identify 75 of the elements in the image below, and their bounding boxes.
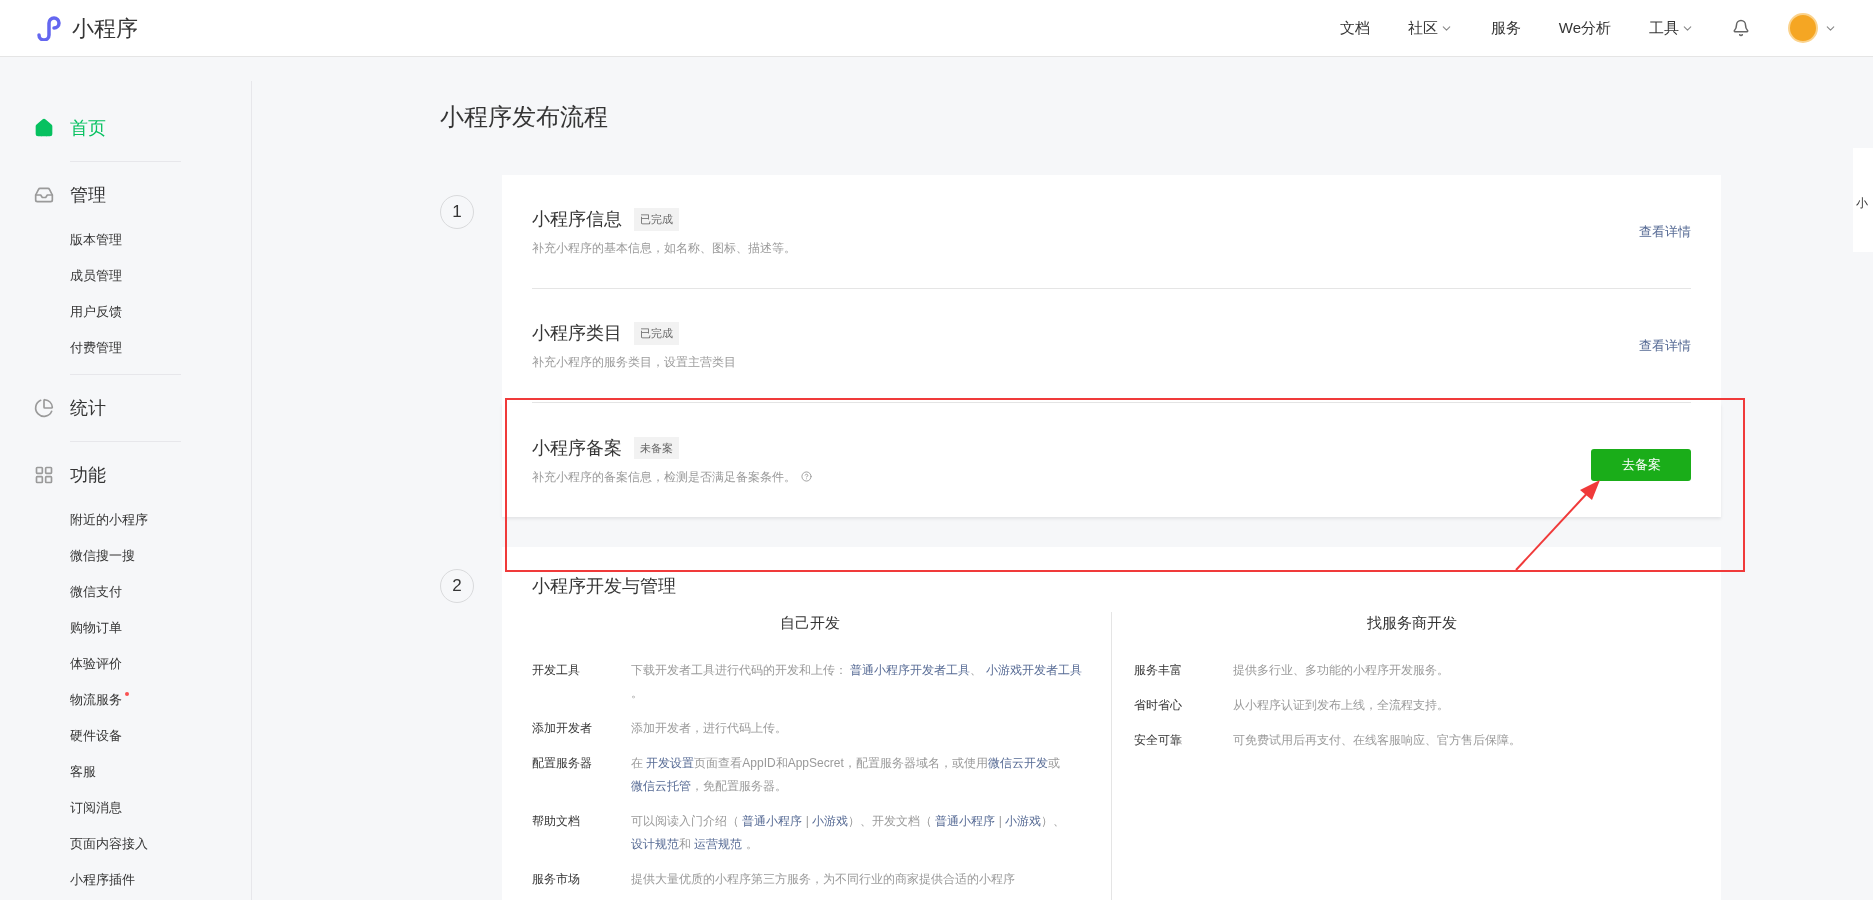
- sidebar-item[interactable]: 附近的小程序: [70, 510, 148, 530]
- sidebar-item[interactable]: 小程序插件: [70, 870, 135, 890]
- sidebar-item[interactable]: 版本管理: [70, 230, 122, 250]
- row-description: 从小程序认证到发布上线，全流程支持。: [1232, 696, 1449, 714]
- row-label: 帮助文档: [532, 812, 581, 830]
- grid-icon: [34, 465, 54, 485]
- logo-text: 小程序: [72, 14, 138, 43]
- nav-link[interactable]: 服务: [1490, 16, 1521, 40]
- row-label: 服务丰富: [1133, 661, 1183, 679]
- nav-link[interactable]: 文档: [1339, 16, 1370, 40]
- step-title: 小程序类目: [532, 322, 622, 345]
- home-icon: [34, 118, 54, 138]
- text-link[interactable]: 开发设置: [646, 755, 695, 770]
- side-widget[interactable]: 小: [1853, 148, 1873, 252]
- status-tag: 未备案: [634, 436, 679, 460]
- row-label: 添加开发者: [532, 719, 593, 737]
- sidebar-item[interactable]: 用户反馈: [70, 302, 122, 322]
- row-label: 省时省心: [1133, 696, 1183, 714]
- status-tag: 已完成: [634, 208, 679, 231]
- sidebar-item[interactable]: 客服: [70, 762, 96, 782]
- avatar[interactable]: [1788, 13, 1818, 43]
- text-link[interactable]: 小游戏: [812, 813, 849, 828]
- sidebar-item[interactable]: 物流服务: [70, 690, 122, 710]
- row-label: 配置服务器: [532, 754, 593, 772]
- sidebar-item[interactable]: 微信搜一搜: [70, 546, 135, 566]
- sidebar-item[interactable]: 硬件设备: [70, 726, 122, 746]
- text-link[interactable]: 小游戏开发者工具: [985, 662, 1082, 677]
- row-description: 提供多行业、多功能的小程序开发服务。: [1232, 661, 1449, 679]
- text-link[interactable]: 普通小程序: [742, 813, 803, 828]
- row-description: 提供大量优质的小程序第三方服务，为不同行业的商家提供合适的小程序: [631, 870, 1015, 888]
- step-title: 小程序备案: [532, 436, 622, 460]
- nav-link[interactable]: 社区: [1407, 16, 1453, 40]
- sidebar-item[interactable]: 微信支付: [70, 582, 122, 602]
- sidebar-section[interactable]: 管理: [34, 162, 181, 228]
- page-title: 小程序发布流程: [440, 102, 609, 132]
- step-title: 小程序信息: [532, 208, 622, 231]
- status-tag: 已完成: [634, 322, 679, 345]
- notification-icon[interactable]: [1732, 19, 1750, 37]
- row-description: 在 开发设置页面查看AppID和AppSecret，配置服务器域名，或使用微信云开发或 微信云托管，免配置服务器。: [631, 754, 1061, 795]
- text-link[interactable]: 普通小程序: [935, 813, 996, 828]
- help-icon[interactable]: [801, 471, 812, 482]
- step-description: 补充小程序的服务类目，设置主营类目: [532, 354, 736, 371]
- sidebar-section[interactable]: 统计: [34, 375, 181, 441]
- sidebar-item[interactable]: 成员管理: [70, 266, 122, 286]
- row-description: 可以阅读入门介绍（ 普通小程序 | 小游戏）、开发文档（ 普通小程序 | 小游戏）、 设计规范和 运营规范 。: [631, 812, 1067, 853]
- sidebar-item[interactable]: 页面内容接入: [70, 834, 148, 854]
- nav-link[interactable]: We分析: [1558, 16, 1611, 40]
- nav-link[interactable]: 工具: [1649, 16, 1694, 40]
- text-link[interactable]: 设计规范: [631, 836, 679, 851]
- step-description: 补充小程序的基本信息，如名称、图标、描述等。: [532, 240, 796, 257]
- text-link[interactable]: 微信云开发: [987, 755, 1048, 770]
- row-description: 下载开发者工具进行代码的开发和上传： 普通小程序开发者工具、 小游戏开发者工具 。: [631, 661, 1083, 702]
- pie-chart-icon: [34, 398, 54, 418]
- row-label: 安全可靠: [1133, 731, 1183, 749]
- sidebar-item[interactable]: 付费管理: [70, 338, 122, 358]
- logo-icon: [36, 15, 64, 41]
- sidebar-item[interactable]: 购物订单: [70, 618, 122, 638]
- sidebar-item[interactable]: 体验评价: [70, 654, 122, 674]
- row-label: 开发工具: [532, 661, 581, 679]
- sidebar-item[interactable]: 订阅消息: [70, 798, 122, 818]
- inbox-icon: [34, 185, 54, 205]
- row-description: 可免费试用后再支付、在线客服响应、官方售后保障。: [1232, 731, 1521, 749]
- column-heading: 自己开发: [779, 613, 842, 633]
- column-heading: 找服务商开发: [1366, 613, 1459, 633]
- text-link[interactable]: 运营规范: [694, 836, 743, 851]
- step-description: 补充小程序的备案信息，检测是否满足备案条件。: [532, 468, 796, 486]
- sidebar-section[interactable]: 功能: [34, 442, 181, 508]
- text-link[interactable]: 微信云托管: [631, 778, 691, 793]
- row-description: 添加开发者，进行代码上传。: [631, 719, 787, 737]
- text-link[interactable]: 普通小程序开发者工具: [850, 662, 971, 677]
- row-label: 服务市场: [532, 870, 581, 888]
- details-link[interactable]: 查看详情: [1639, 221, 1691, 242]
- step-title: 小程序开发与管理: [532, 575, 677, 598]
- details-link[interactable]: 查看详情: [1639, 335, 1691, 356]
- text-link[interactable]: 小游戏: [1005, 813, 1042, 828]
